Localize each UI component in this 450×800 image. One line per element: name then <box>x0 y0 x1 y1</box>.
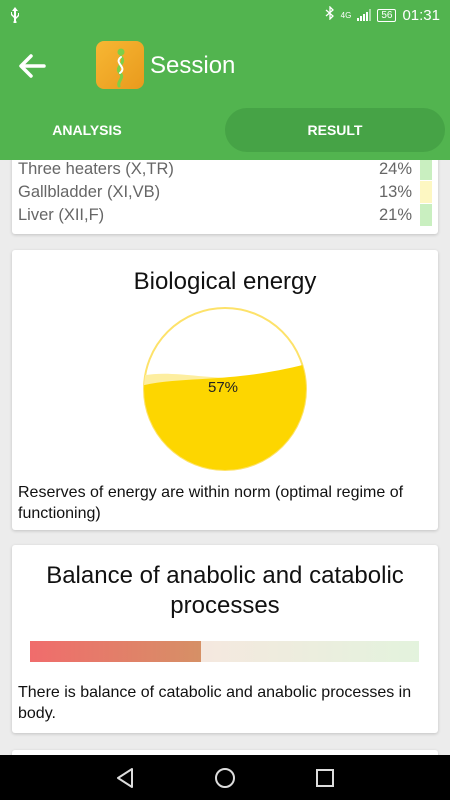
balance-description: There is balance of catabolic and anabol… <box>18 684 412 722</box>
status-bar: 4G 56 01:31 <box>0 0 450 32</box>
tab-bar: ANALYSIS RESULT <box>0 108 450 152</box>
triangle-back-icon <box>117 768 133 788</box>
meridian-level-bar <box>420 204 432 226</box>
signal-icon <box>357 9 372 21</box>
tab-result[interactable]: RESULT <box>225 108 445 152</box>
meridians-card: Three heaters (X,TR) 24% Gallbladder (XI… <box>12 160 438 234</box>
meridian-percent: 21% <box>378 206 412 224</box>
biological-energy-card: Biological energy 57% Reserves of energy… <box>12 250 438 530</box>
back-button[interactable] <box>16 50 56 82</box>
square-recents-icon <box>316 769 334 787</box>
list-item: Liver (XII,F) 21% <box>18 204 432 226</box>
balance-card: Balance of anabolic and catabolic proces… <box>12 545 438 733</box>
nav-recents-button[interactable] <box>313 766 337 790</box>
energy-percent-label: 57% <box>208 379 238 396</box>
meridian-name: Liver (XII,F) <box>18 206 105 224</box>
usb-icon <box>10 7 20 28</box>
energy-gauge: 57% <box>143 307 307 471</box>
tab-analysis[interactable]: ANALYSIS <box>20 108 154 152</box>
balance-title: Balance of anabolic and catabolic proces… <box>46 562 404 619</box>
meridian-name: Gallbladder (XI,VB) <box>18 183 161 201</box>
meridian-percent: 13% <box>378 183 412 201</box>
catabolic-bar-segment <box>30 641 202 662</box>
list-item: Gallbladder (XI,VB) 13% <box>18 181 432 203</box>
meridian-level-bar <box>420 181 432 203</box>
battery-indicator: 56 <box>377 8 397 22</box>
bluetooth-icon <box>325 5 335 24</box>
result-scroll-area[interactable]: Three heaters (X,TR) 24% Gallbladder (XI… <box>0 160 450 755</box>
energy-title: Biological energy <box>133 268 317 295</box>
list-item: Three heaters (X,TR) 24% <box>18 160 432 180</box>
app-bar: Session ANALYSIS RESULT <box>0 32 450 160</box>
meridian-name: Three heaters (X,TR) <box>18 160 174 178</box>
app-logo <box>96 41 144 89</box>
balance-bar <box>30 641 419 662</box>
nav-back-button[interactable] <box>113 766 137 790</box>
energy-description: Reserves of energy are within norm (opti… <box>18 484 404 522</box>
anabolic-bar-segment <box>201 641 419 662</box>
nav-home-button[interactable] <box>213 766 237 790</box>
network-type: 4G <box>340 10 352 20</box>
circle-home-icon <box>215 768 235 788</box>
arrow-back-icon <box>19 54 46 78</box>
navigation-bar <box>0 755 450 800</box>
page-title: Session <box>150 52 236 79</box>
meridian-percent: 24% <box>378 160 412 178</box>
clock: 01:31 <box>402 6 440 24</box>
meridian-level-bar <box>420 160 432 180</box>
